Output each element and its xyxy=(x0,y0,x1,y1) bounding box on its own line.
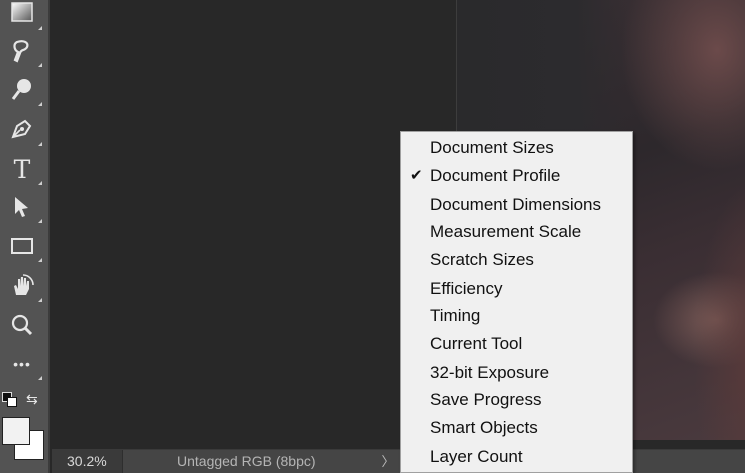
dodge-icon xyxy=(11,79,31,100)
menu-item-save-progress[interactable]: Save Progress xyxy=(401,387,632,413)
swap-arrows-icon: ⇆ xyxy=(26,391,38,407)
more-icon: ••• xyxy=(13,356,31,372)
gradient-tool[interactable] xyxy=(8,0,42,30)
swap-colors-button[interactable]: ⇆ xyxy=(26,391,42,407)
menu-item-current-tool[interactable]: Current Tool xyxy=(401,331,632,357)
menu-item-document-sizes[interactable]: Document Sizes xyxy=(401,135,632,161)
menu-item-timing[interactable]: Timing xyxy=(401,303,632,329)
pen-tool[interactable] xyxy=(8,116,42,146)
path-selection-tool[interactable] xyxy=(8,193,42,223)
menu-item-document-profile[interactable]: ✔ Document Profile xyxy=(401,163,632,189)
path-selection-icon xyxy=(15,197,28,217)
menu-item-document-dimensions[interactable]: Document Dimensions xyxy=(401,192,632,218)
menu-item-measurement-scale[interactable]: Measurement Scale xyxy=(401,219,632,245)
zoom-level-field[interactable]: 30.2% xyxy=(52,450,123,473)
menu-item-layer-count[interactable]: Layer Count xyxy=(401,444,632,470)
chevron-right-icon: 〉 xyxy=(381,454,395,469)
status-bar: 30.2% Untagged RGB (8bpc) 〉 xyxy=(52,449,745,473)
zoom-icon xyxy=(11,314,33,336)
rectangle-tool[interactable] xyxy=(8,232,42,262)
smudge-icon xyxy=(13,40,29,63)
gradient-icon xyxy=(11,2,33,22)
checkmark-icon: ✔ xyxy=(410,167,423,184)
rectangle-icon xyxy=(11,238,33,254)
status-info-menu: Document Sizes ✔ Document Profile Docume… xyxy=(400,131,633,473)
document-canvas-area[interactable] xyxy=(52,0,457,449)
hand-rotate-icon xyxy=(14,274,34,295)
menu-item-scratch-sizes[interactable]: Scratch Sizes xyxy=(401,247,632,273)
menu-item-32-bit-exposure[interactable]: 32-bit Exposure xyxy=(401,360,632,386)
default-colors-button[interactable] xyxy=(2,392,17,407)
status-menu-button[interactable]: 〉 xyxy=(379,450,397,473)
type-tool[interactable]: T xyxy=(8,154,42,185)
document-profile-text: Untagged RGB (8bpc) xyxy=(177,453,316,469)
dodge-tool[interactable] xyxy=(8,76,42,106)
type-icon: T xyxy=(13,154,31,184)
foreground-color-swatch[interactable] xyxy=(2,417,30,445)
menu-item-efficiency[interactable]: Efficiency xyxy=(401,276,632,302)
edit-toolbar-button[interactable]: ••• xyxy=(8,350,42,380)
zoom-tool[interactable] xyxy=(8,311,36,339)
hand-rotate-tool[interactable] xyxy=(8,272,42,302)
menu-item-smart-objects[interactable]: Smart Objects xyxy=(401,415,632,441)
smudge-tool[interactable] xyxy=(8,37,42,67)
tools-panel: T ••• ⇆ xyxy=(0,0,50,473)
pen-icon xyxy=(11,119,32,139)
